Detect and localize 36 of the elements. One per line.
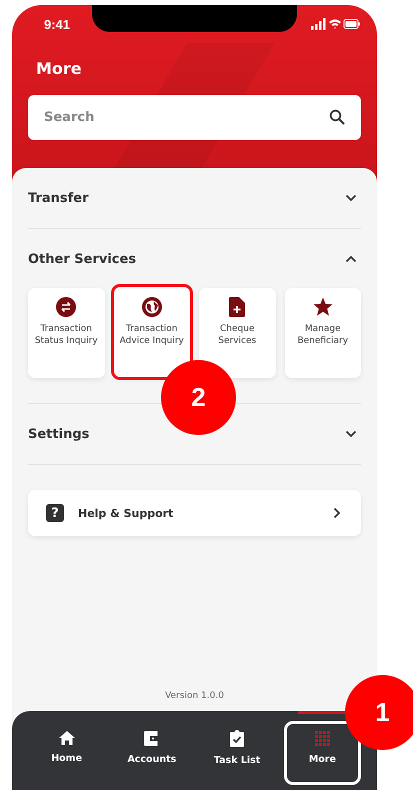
clipboard-check-icon [230,730,244,746]
page-title: More [35,58,83,80]
document-plus-icon [229,297,246,317]
tile-label: Cheque Services [217,324,258,348]
chevron-icon[interactable] [345,255,357,263]
search-field[interactable]: Search [28,95,361,140]
grid-icon [314,730,330,746]
chevron-icon[interactable] [345,430,357,438]
service-tile[interactable]: Manage Beneficiary [284,288,361,378]
tile-label: Transaction Status Inquiry [34,324,99,348]
nav-tab[interactable]: Task List [214,728,260,768]
section-title[interactable]: Other Services [28,252,136,266]
section-title[interactable]: Transfer [28,190,88,206]
status-time: 9:41 [44,16,70,32]
selected-indicator [298,711,347,714]
nav-tab[interactable]: Home [51,729,82,766]
status-icons [311,18,361,30]
home-icon [58,731,75,745]
chevron-icon[interactable] [345,194,357,202]
nav-tab[interactable]: More [308,728,336,766]
version-text: Version 1.0.0 [165,691,224,701]
chevron-icon[interactable] [333,507,341,519]
tile-label: Manage Beneficiary [296,324,350,348]
globe-icon [142,297,162,317]
star-icon [312,297,333,317]
service-tile[interactable]: Cheque Services [199,288,276,378]
help-support-card[interactable]: ? Help & Support [28,490,361,536]
nav-tab[interactable]: Accounts [127,728,176,766]
swap-icon [56,297,76,317]
service-tile[interactable]: Transaction Status Inquiry [28,288,104,378]
tile-label: Transaction Advice Inquiry [118,324,185,348]
section-title[interactable]: Settings [28,426,90,442]
wallet-icon [144,730,160,746]
help-icon: ? [46,504,64,522]
help-label: Help & Support [78,506,174,520]
search-icon[interactable] [329,109,345,125]
